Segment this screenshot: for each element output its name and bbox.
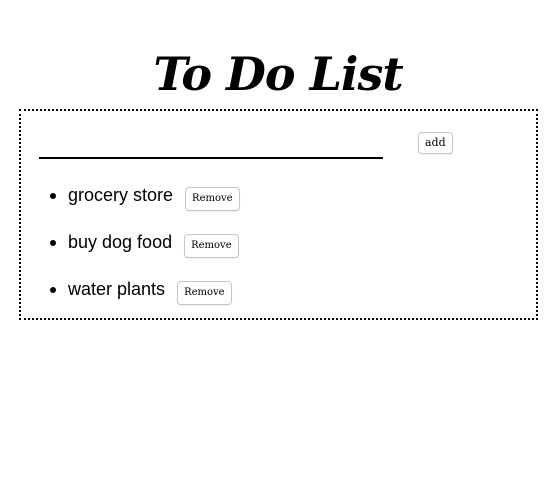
add-button[interactable]: add xyxy=(418,132,453,154)
task-item: water plants Remove xyxy=(50,279,240,326)
remove-button[interactable]: Remove xyxy=(185,187,240,211)
task-list: grocery store Remove buy dog food Remove… xyxy=(21,185,240,326)
bullet-icon xyxy=(50,287,56,293)
task-text: buy dog food xyxy=(68,232,173,252)
remove-button[interactable]: Remove xyxy=(177,281,232,305)
bullet-icon xyxy=(50,193,56,199)
task-text: water plants xyxy=(68,279,166,299)
task-text: grocery store xyxy=(68,185,174,205)
new-task-input[interactable] xyxy=(39,137,383,159)
bullet-icon xyxy=(50,240,56,246)
task-item: grocery store Remove xyxy=(50,185,240,232)
task-item: buy dog food Remove xyxy=(50,232,240,279)
remove-button[interactable]: Remove xyxy=(184,234,239,258)
page-title: To Do List xyxy=(153,47,403,101)
todo-page: To Do List add grocery store Remove buy … xyxy=(0,0,556,500)
todo-panel: add grocery store Remove buy dog food Re… xyxy=(19,109,538,320)
